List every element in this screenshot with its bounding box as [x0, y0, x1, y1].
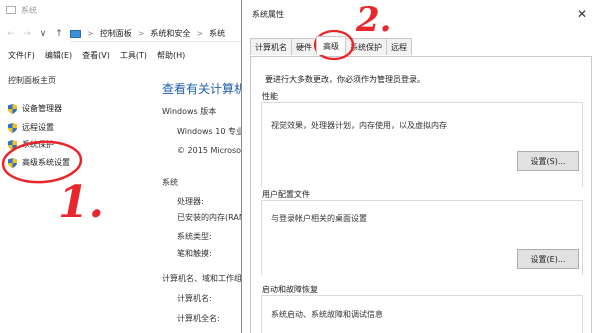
sidebar-item-label: 高级系统设置: [22, 158, 70, 167]
annotation-step-1: 1.: [58, 177, 104, 228]
windows-edition-label: Windows 版本: [162, 107, 217, 116]
menu-bar: 文件(F) 编辑(E) 查看(V) 工具(T) 帮助(H): [8, 50, 185, 61]
tab-advanced[interactable]: 高级: [316, 36, 346, 55]
breadcrumb-system[interactable]: 系统: [209, 28, 225, 39]
performance-group: 性能 视觉效果，处理器计划，内存使用，以及虚拟内存 设置(S)...: [261, 91, 583, 187]
tab-system-protection[interactable]: 系统保护: [345, 38, 387, 55]
copyright-text: © 2015 Microso: [177, 146, 242, 155]
menu-edit[interactable]: 编辑(E): [45, 50, 72, 61]
shield-icon: [8, 157, 17, 168]
dialog-title: 系统属性: [252, 10, 284, 19]
performance-description: 视觉效果，处理器计划，内存使用，以及虚拟内存: [271, 121, 447, 130]
shield-icon: [8, 122, 17, 133]
group-title-startup-recovery: 启动和故障恢复: [262, 284, 322, 295]
admin-notice: 要进行大多数更改，你必须作为管理员登录。: [265, 75, 425, 84]
shield-icon: [8, 139, 17, 150]
sidebar-item-remote-settings[interactable]: 远程设置: [8, 122, 54, 133]
breadcrumb-separator: >: [137, 29, 145, 38]
sidebar-item-label: 设备管理器: [22, 104, 62, 113]
forward-arrow-icon[interactable]: →: [22, 29, 32, 39]
installed-memory-label: 已安装的内存(RAM: [177, 213, 246, 222]
breadcrumb-control-panel[interactable]: 控制面板: [100, 28, 132, 39]
breadcrumb-separator: >: [87, 29, 94, 38]
menu-file[interactable]: 文件(F): [8, 50, 35, 61]
performance-settings-button[interactable]: 设置(S)...: [517, 151, 579, 171]
startup-recovery-group: 启动和故障恢复 系统启动、系统故障和调试信息: [261, 284, 583, 333]
breadcrumb-separator: >: [196, 29, 204, 38]
system-properties-dialog: 系统属性 ✕ 计算机名 硬件 高级 系统保护 远程 要进行大多数更改，你必须作为…: [241, 0, 597, 333]
user-profiles-description: 与登录帐户相关的桌面设置: [271, 214, 367, 223]
tab-strip: 计算机名 硬件 高级 系统保护 远程: [250, 36, 412, 56]
group-title-user-profiles: 用户配置文件: [262, 189, 314, 200]
processor-label: 处理器:: [177, 197, 204, 206]
user-profiles-group: 用户配置文件 与登录帐户相关的桌面设置 设置(E)...: [261, 189, 583, 275]
annotation-step-2: 2.: [356, 0, 392, 40]
computer-full-name-label: 计算机全名:: [177, 314, 220, 323]
sidebar-item-advanced-system-settings[interactable]: 高级系统设置: [8, 157, 70, 168]
navigation-bar: ← → ∨ ↑ > 控制面板 > 系统和安全 > 系统: [0, 24, 245, 44]
sidebar-item-label: 远程设置: [22, 123, 54, 132]
computer-name-label: 计算机名:: [177, 294, 212, 303]
system-section-label: 系统: [162, 178, 178, 187]
close-icon[interactable]: ✕: [577, 7, 587, 21]
breadcrumb-system-security[interactable]: 系统和安全: [150, 28, 190, 39]
group-title-performance: 性能: [262, 91, 282, 102]
menu-view[interactable]: 查看(V): [82, 50, 110, 61]
startup-recovery-description: 系统启动、系统故障和调试信息: [271, 310, 383, 319]
recent-dropdown-icon[interactable]: ∨: [38, 29, 48, 39]
up-arrow-icon[interactable]: ↑: [54, 29, 64, 39]
control-panel-home-link[interactable]: 控制面板主页: [8, 75, 56, 86]
back-arrow-icon[interactable]: ←: [6, 29, 16, 39]
shield-icon: [8, 103, 17, 114]
computer-section-label: 计算机名、域和工作组: [162, 274, 242, 283]
page-title: 查看有关计算机: [162, 82, 247, 96]
address-bar[interactable]: > 控制面板 > 系统和安全 > 系统: [70, 26, 245, 42]
window-title: 系统: [21, 5, 37, 15]
sidebar-item-system-protection[interactable]: 系统保护: [8, 139, 54, 150]
sidebar-item-device-manager[interactable]: 设备管理器: [8, 103, 62, 114]
pen-touch-label: 笔和触摸:: [177, 249, 212, 258]
window-icon: [6, 6, 16, 14]
tab-hardware[interactable]: 硬件: [291, 38, 317, 55]
computer-icon: [70, 29, 81, 38]
tab-remote[interactable]: 远程: [386, 38, 412, 55]
tab-computer-name[interactable]: 计算机名: [250, 38, 292, 55]
windows-name: Windows 10 专业: [177, 127, 244, 136]
user-profiles-settings-button[interactable]: 设置(E)...: [517, 249, 579, 269]
system-type-label: 系统类型:: [177, 232, 212, 241]
menu-help[interactable]: 帮助(H): [157, 50, 185, 61]
menu-tools[interactable]: 工具(T): [120, 50, 147, 61]
advanced-tab-panel: 要进行大多数更改，你必须作为管理员登录。 性能 视觉效果，处理器计划，内存使用，…: [250, 56, 592, 333]
window-titlebar: 系统: [0, 0, 245, 20]
sidebar-item-label: 系统保护: [22, 140, 54, 149]
